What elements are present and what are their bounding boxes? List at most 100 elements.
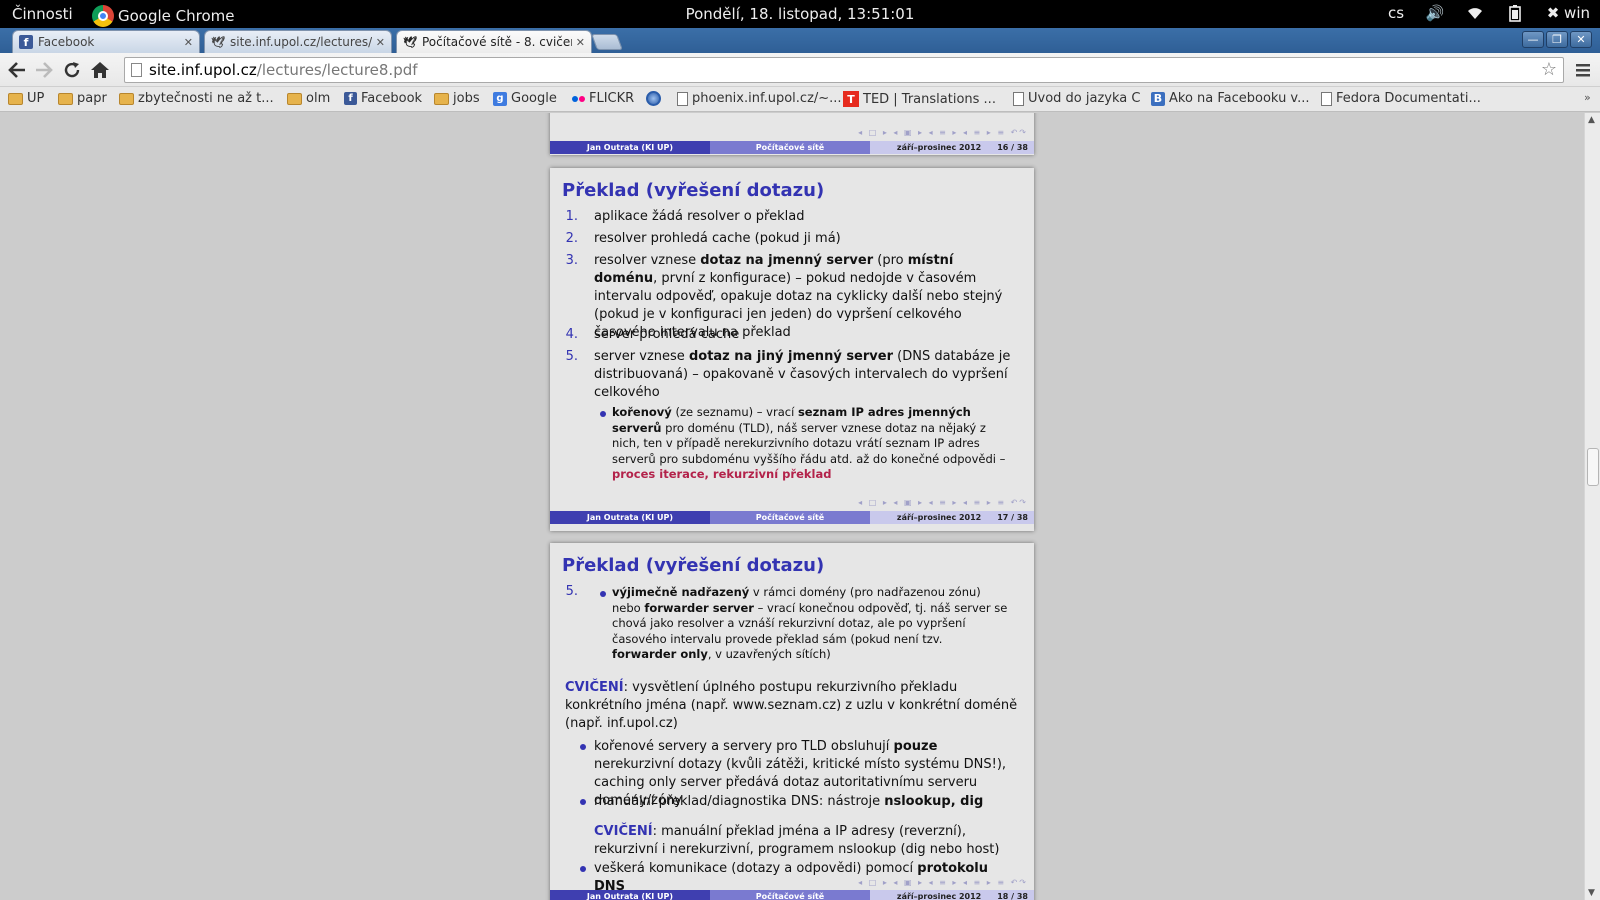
beamer-navigation-symbols[interactable]: ◂ □ ▸ ◂ ▣ ▸ ◂ ≡ ▸ ◂ ≡ ▸ ≡ ↶↷ [858,498,1028,507]
tab-strip: f Facebook ✕ 🕊 site.inf.upol.cz/lectures… [0,28,1600,53]
bullet-icon [580,744,586,750]
system-tray: cs 🔊 ✖ win [1388,4,1590,22]
bookmark-folder[interactable]: papr [58,91,107,106]
bookmark-folder[interactable]: jobs [434,91,480,106]
beamer-navigation-symbols[interactable]: ◂ □ ▸ ◂ ▣ ▸ ◂ ≡ ▸ ◂ ≡ ▸ ≡ ↶↷ [858,128,1028,137]
exercise-text: CVIČENÍ: manuální překlad jména a IP adr… [594,824,1000,857]
footer-author: Jan Outrata (KI UP) [550,141,710,154]
site-icon: 🕊 [403,35,417,49]
scroll-up-icon[interactable]: ▲ [1588,115,1595,125]
home-button[interactable] [89,59,111,81]
globe-icon [646,91,661,106]
bookmark-link[interactable] [646,91,665,106]
scrollbar-thumb[interactable] [1587,448,1599,486]
tab-lectures[interactable]: 🕊 site.inf.upol.cz/lectures/ ✕ [204,30,392,53]
address-bar[interactable]: site.inf.upol.cz/lectures/lecture8.pdf ☆ [124,57,1564,83]
bookmark-label: phoenix.inf.upol.cz/~... [692,91,842,106]
exercise-text: CVIČENÍ: vysvětlení úplného postupu reku… [565,680,1018,731]
document-icon [677,91,688,106]
bookmark-link[interactable]: phoenix.inf.upol.cz/~... [677,91,842,106]
app-menu[interactable]: Google Chrome [92,5,235,27]
item-number: 4. [565,327,578,342]
scroll-down-icon[interactable]: ▼ [1588,888,1595,898]
footer-author: Jan Outrata (KI UP) [550,511,710,524]
battery-icon[interactable] [1506,4,1524,22]
bookmark-label: olm [306,91,331,106]
close-tab-icon[interactable]: ✕ [576,36,585,49]
wifi-icon[interactable] [1466,4,1484,22]
close-tab-icon[interactable]: ✕ [376,36,385,49]
url-path: /lectures/lecture8.pdf [256,61,418,79]
activities-button[interactable]: Činnosti [12,5,73,23]
item-number: 1. [565,209,578,224]
beamer-navigation-symbols[interactable]: ◂ □ ▸ ◂ ▣ ▸ ◂ ≡ ▸ ◂ ≡ ▸ ≡ ↶↷ [858,878,1028,887]
facebook-icon: f [344,92,357,105]
slide-footline: Jan Outrata (KI UP) Počítačové sítě září… [550,890,1034,900]
folder-icon [58,92,73,105]
pdf-viewer[interactable]: ◂ □ ▸ ◂ ▣ ▸ ◂ ≡ ▸ ◂ ≡ ▸ ≡ ↶↷ Jan Outrata… [0,113,1600,900]
document-icon [1321,91,1332,106]
site-icon: 🕊 [211,35,225,49]
clock[interactable]: Pondělí, 18. listopad, 13:51:01 [686,5,915,23]
item-text: aplikace žádá resolver o překlad [594,209,805,224]
close-tab-icon[interactable]: ✕ [184,36,193,49]
url-host: site.inf.upol.cz [149,61,257,79]
bookmark-link[interactable]: B Ako na Facebooku v... [1151,91,1310,106]
bookmark-link[interactable]: g Google [493,91,557,106]
item-number: 2. [565,231,578,246]
folder-icon [434,92,449,105]
new-tab-button[interactable] [591,34,623,50]
user-status-icon: ✖ [1546,4,1560,22]
bookmark-folder[interactable]: UP [8,91,44,106]
folder-icon [119,92,134,105]
flickr-icon [572,95,585,102]
bookmark-label: zbytečnosti ne až t... [138,91,274,106]
slide-footline: Jan Outrata (KI UP) Počítačové sítě září… [550,141,1034,154]
tab-lecture8[interactable]: 🕊 Počítačové sítě - 8. cvičen ✕ [396,30,592,53]
keyboard-layout[interactable]: cs [1388,4,1404,22]
volume-icon[interactable]: 🔊 [1426,4,1445,22]
ted-icon: T [843,91,859,107]
item-text: resolver prohledá cache (pokud ji má) [594,231,841,246]
user-name: win [1564,4,1590,22]
bookmark-link[interactable]: Uvod do jazyka C [1013,91,1140,106]
bookmark-link[interactable]: f Facebook [344,91,422,106]
slide-title: Překlad (vyřešení dotazu) [562,555,825,576]
footer-date: září–prosinec 2012 [896,513,982,522]
system-top-bar: Činnosti Google Chrome Pondělí, 18. list… [0,0,1600,28]
bookmark-star-icon[interactable]: ☆ [1541,59,1557,80]
forward-button[interactable] [33,59,55,81]
footer-course: Počítačové sítě [710,890,870,900]
bookmark-folder[interactable]: zbytečnosti ne až t... [119,91,274,106]
forward-arrow-icon [36,62,53,78]
vertical-scrollbar[interactable]: ▲ ▼ [1584,113,1600,900]
user-menu[interactable]: ✖ win [1546,4,1590,22]
back-button[interactable] [6,59,28,81]
minimize-button[interactable]: — [1522,31,1544,48]
bookmark-label: jobs [453,91,480,106]
bookmark-label: Google [511,91,557,106]
bookmark-label: papr [77,91,107,106]
more-bookmarks-button[interactable]: » [1584,91,1591,104]
close-window-button[interactable]: ✕ [1570,31,1592,48]
bookmark-link[interactable]: T TED | Translations ... [843,91,996,107]
bookmark-folder[interactable]: olm [287,91,330,106]
folder-icon [287,92,302,105]
footer-page: 17 / 38 [997,513,1028,522]
maximize-button[interactable]: ❐ [1546,31,1568,48]
bullet-text: manuální překlad/diagnostika DNS: nástro… [594,794,984,809]
google-icon: g [493,91,507,106]
chrome-menu-button[interactable] [1572,59,1594,81]
browser-toolbar: site.inf.upol.cz/lectures/lecture8.pdf ☆ [0,53,1600,87]
slide-17: Překlad (vyřešení dotazu) 1. aplikace žá… [550,168,1034,531]
slide-18: Překlad (vyřešení dotazu) 5. výjimečně n… [550,543,1034,900]
bookmark-link[interactable]: FLICKR [572,91,634,106]
bullet-text: výjimečně nadřazený v rámci domény (pro … [612,585,1008,661]
reload-button[interactable] [61,59,83,81]
bookmark-link[interactable]: Fedora Documentati... [1321,91,1481,106]
tab-title: site.inf.upol.cz/lectures/ [230,35,372,49]
menu-icon [1576,64,1590,77]
tab-facebook[interactable]: f Facebook ✕ [12,30,200,53]
clock-container: Pondělí, 18. listopad, 13:51:01 [0,5,1600,23]
reload-icon [64,62,80,78]
